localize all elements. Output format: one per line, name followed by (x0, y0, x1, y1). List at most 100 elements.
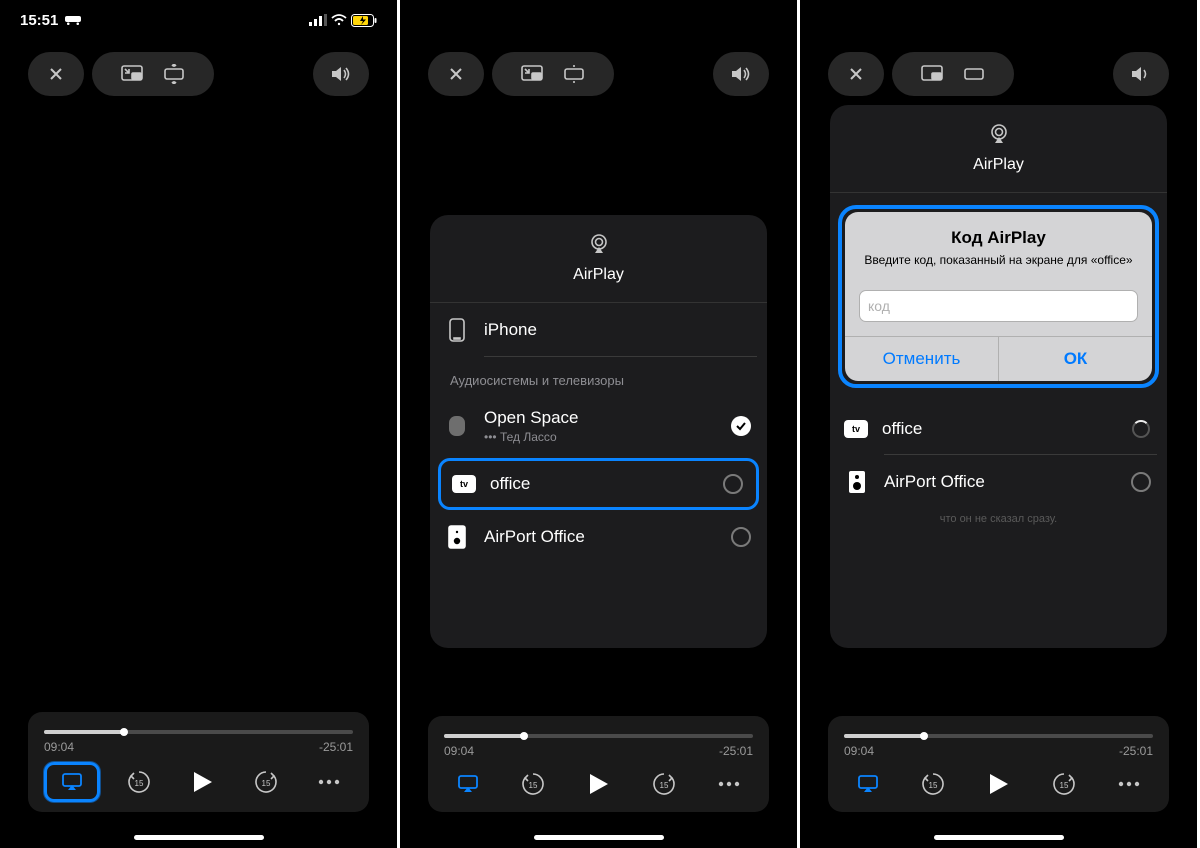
radio-icon (721, 472, 745, 496)
volume-button[interactable] (713, 52, 769, 96)
time-row: 09:04 -25:01 (40, 740, 357, 754)
svg-text:15: 15 (135, 779, 144, 788)
play-button[interactable] (575, 766, 623, 802)
airplay-sheet: AirPlay iPhone Аудиосистемы и телевизоры… (430, 215, 767, 648)
device-row-office[interactable]: tv office (830, 403, 1167, 455)
pip-icon[interactable] (121, 65, 143, 83)
alert-ok-button[interactable]: ОК (998, 337, 1152, 381)
time-elapsed: 09:04 (444, 744, 474, 758)
time-elapsed: 09:04 (844, 744, 874, 758)
svg-text:15: 15 (529, 781, 538, 790)
alert-buttons: Отменить ОК (845, 336, 1152, 381)
video-top-controls (28, 52, 369, 96)
scrubber[interactable] (444, 734, 753, 738)
video-top-controls (428, 52, 769, 96)
section-label: Аудиосистемы и телевизоры (430, 357, 767, 394)
device-row-iphone[interactable]: iPhone (430, 303, 767, 357)
rewind-15-button[interactable]: 15 (909, 766, 957, 802)
status-time: 15:51 (20, 12, 58, 29)
volume-button[interactable] (1113, 52, 1169, 96)
time-remaining: -25:01 (1119, 744, 1153, 758)
alert-code-input[interactable]: код (859, 290, 1138, 322)
alert-placeholder: код (868, 298, 890, 314)
more-button[interactable] (705, 766, 753, 802)
radio-icon (729, 525, 753, 549)
phone-screen-3: AirPlay tv office AirPort Office что он … (800, 0, 1200, 848)
device-label: AirPort Office (884, 472, 1115, 492)
aspect-icon[interactable] (963, 64, 985, 84)
alert-message: Введите код, показанный на экране для «o… (861, 252, 1136, 268)
display-mode-group (492, 52, 614, 96)
forward-15-button[interactable]: 15 (1040, 766, 1088, 802)
svg-text:15: 15 (1059, 781, 1068, 790)
homepod-icon (444, 413, 470, 439)
pip-icon[interactable] (521, 65, 543, 83)
pip-icon[interactable] (921, 65, 943, 83)
device-label: office (490, 474, 707, 494)
airplay-device-list: iPhone Аудиосистемы и телевизоры Open Sp… (430, 303, 767, 564)
check-icon (729, 414, 753, 438)
cellular-icon (309, 14, 327, 26)
forward-15-button[interactable]: 15 (242, 764, 290, 800)
scrubber[interactable] (844, 734, 1153, 738)
scrubber[interactable] (44, 730, 353, 734)
display-mode-group (92, 52, 214, 96)
video-player-bar: 09:04-25:01 15 15 (428, 716, 769, 812)
airplay-icon (588, 233, 610, 255)
radio-icon (1129, 470, 1153, 494)
svg-text:15: 15 (929, 781, 938, 790)
home-indicator[interactable] (934, 835, 1064, 840)
rewind-15-button[interactable]: 15 (509, 766, 557, 802)
phone-screen-2: AirPlay iPhone Аудиосистемы и телевизоры… (400, 0, 800, 848)
device-sub: ••• Тед Лассо (484, 430, 715, 444)
airplay-title: AirPlay (440, 266, 757, 284)
aspect-icon[interactable] (563, 64, 585, 84)
airplay-icon (988, 123, 1010, 145)
device-row-airport[interactable]: AirPort Office (830, 455, 1167, 509)
video-top-controls (828, 52, 1169, 96)
device-label: office (882, 419, 1115, 439)
svg-text:15: 15 (659, 781, 668, 790)
device-label: AirPort Office (484, 527, 715, 547)
close-button[interactable] (28, 52, 84, 96)
more-button[interactable] (1105, 766, 1153, 802)
spinner-icon (1129, 417, 1153, 441)
subtitle-text: что он не сказал сразу. (830, 513, 1167, 525)
airplay-code-alert: Код AirPlay Введите код, показанный на э… (838, 205, 1159, 388)
airplay-button[interactable] (844, 766, 892, 802)
airplay-button[interactable] (444, 766, 492, 802)
volume-button[interactable] (313, 52, 369, 96)
speaker-icon (844, 469, 870, 495)
airplay-header: AirPlay (830, 105, 1167, 193)
play-button[interactable] (179, 764, 227, 800)
play-button[interactable] (975, 766, 1023, 802)
time-remaining: -25:01 (319, 740, 353, 754)
device-row-airport[interactable]: AirPort Office (430, 510, 767, 564)
rewind-15-button[interactable]: 15 (115, 764, 163, 800)
iphone-icon (444, 317, 470, 343)
airplay-header: AirPlay (430, 215, 767, 303)
aspect-icon[interactable] (163, 64, 185, 84)
phone-screen-1: 15:51 (0, 0, 400, 848)
status-bar: 15:51 (0, 10, 397, 30)
scrubber-knob[interactable] (120, 728, 128, 736)
close-button[interactable] (828, 52, 884, 96)
home-indicator[interactable] (134, 835, 264, 840)
airplay-button[interactable] (44, 762, 100, 802)
close-button[interactable] (428, 52, 484, 96)
battery-charging-icon (351, 14, 377, 27)
device-row-office[interactable]: tv office (438, 458, 759, 510)
more-button[interactable] (305, 764, 353, 800)
device-row-openspace[interactable]: Open Space ••• Тед Лассо (430, 394, 767, 458)
alert-cancel-button[interactable]: Отменить (845, 337, 998, 381)
forward-15-button[interactable]: 15 (640, 766, 688, 802)
appletv-icon: tv (844, 420, 868, 438)
appletv-icon: tv (452, 475, 476, 493)
video-player-bar: 09:04 -25:01 15 15 (828, 716, 1169, 812)
home-indicator[interactable] (534, 835, 664, 840)
airplay-title: AirPlay (840, 156, 1157, 174)
svg-text:15: 15 (261, 779, 270, 788)
speaker-icon (444, 524, 470, 550)
alert-title: Код AirPlay (861, 228, 1136, 248)
wifi-icon (331, 14, 347, 26)
